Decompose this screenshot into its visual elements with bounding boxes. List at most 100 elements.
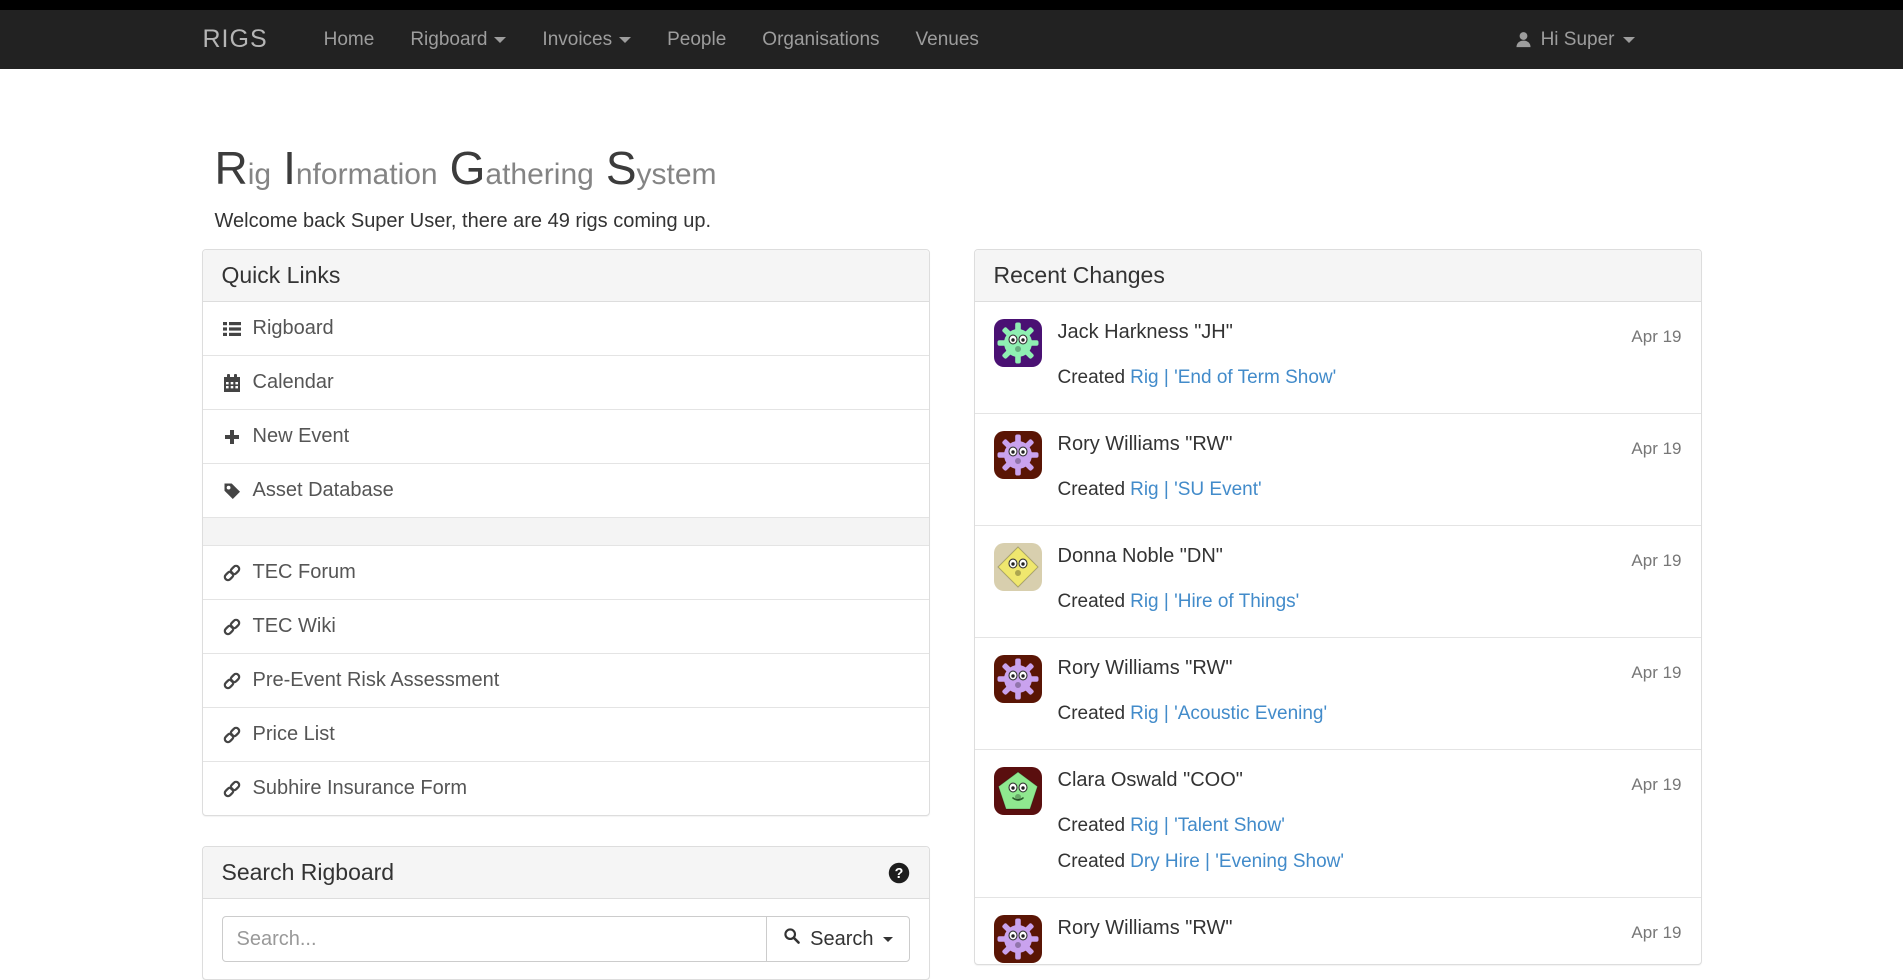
quick-links-panel: Quick Links Rigboard Calendar New Event Ass… xyxy=(202,249,930,816)
quick-link-label: Price List xyxy=(253,723,335,746)
navbar: RIGS HomeRigboardInvoicesPeopleOrganisat… xyxy=(0,10,1903,69)
quick-link-rigboard[interactable]: Rigboard xyxy=(203,302,929,355)
action-link[interactable]: Rig | 'End of Term Show' xyxy=(1130,367,1336,388)
quick-link-tec-forum[interactable]: TEC Forum xyxy=(203,545,929,599)
title-rest: nformation xyxy=(296,158,438,191)
quick-links-title: Quick Links xyxy=(203,250,929,302)
search-icon xyxy=(783,927,801,951)
quick-link-new-event[interactable]: New Event xyxy=(203,409,929,463)
avatar[interactable] xyxy=(994,655,1042,703)
action-verb: Created xyxy=(1058,479,1126,500)
right-column: Recent Changes Jack Harkness "JH" Created… xyxy=(974,249,1702,965)
link-icon xyxy=(222,671,242,691)
caret-down-icon xyxy=(494,37,506,43)
entry-person-name: Clara Oswald "COO" xyxy=(1058,769,1682,792)
left-column: Quick Links Rigboard Calendar New Event Ass… xyxy=(202,249,930,980)
avatar[interactable] xyxy=(994,767,1042,815)
link-icon xyxy=(222,779,242,799)
quick-link-price-list[interactable]: Price List xyxy=(203,707,929,761)
nav-item-home[interactable]: Home xyxy=(306,10,393,69)
avatar[interactable] xyxy=(994,319,1042,367)
action-link[interactable]: Rig | 'Talent Show' xyxy=(1130,815,1285,836)
title-initial: G xyxy=(450,142,486,194)
user-menu[interactable]: Hi Super xyxy=(1514,29,1635,51)
entry-date: Apr 19 xyxy=(1631,327,1681,347)
entry-action: CreatedRig | 'End of Term Show' xyxy=(1058,367,1682,389)
nav-item-invoices[interactable]: Invoices xyxy=(524,10,649,69)
action-link[interactable]: Rig | 'SU Event' xyxy=(1130,479,1262,500)
title-rest: ig xyxy=(248,158,271,191)
caret-down-icon xyxy=(883,937,893,942)
quick-links-divider xyxy=(203,517,929,545)
action-link[interactable]: Rig | 'Hire of Things' xyxy=(1130,591,1299,612)
quick-links-list: Rigboard Calendar New Event Asset Database T… xyxy=(203,302,929,815)
quick-link-label: New Event xyxy=(253,425,350,448)
entry-person-name: Jack Harkness "JH" xyxy=(1058,321,1682,344)
search-input[interactable] xyxy=(222,916,768,962)
avatar[interactable] xyxy=(994,431,1042,479)
svg-text:?: ? xyxy=(894,866,903,882)
recent-change-entry: Rory Williams "RW"CreatedRig | 'SU Event… xyxy=(975,413,1701,525)
action-verb: Created xyxy=(1058,815,1126,836)
entry-date: Apr 19 xyxy=(1631,663,1681,683)
avatar[interactable] xyxy=(994,915,1042,963)
action-verb: Created xyxy=(1058,851,1126,872)
recent-change-entry: Jack Harkness "JH" CreatedRig | 'End of T… xyxy=(975,302,1701,413)
entry-person-name: Rory Williams "RW" xyxy=(1058,657,1682,680)
entry-action: CreatedRig | 'SU Event' xyxy=(1058,479,1682,501)
search-rigboard-header: Search Rigboard ? xyxy=(203,847,929,899)
action-link[interactable]: Dry Hire | 'Evening Show' xyxy=(1130,851,1344,872)
entry-person-name: Rory Williams "RW" xyxy=(1058,917,1682,940)
entry-action: CreatedDry Hire | 'Evening Show' xyxy=(1058,851,1682,873)
title-initial: R xyxy=(215,142,248,194)
search-rigboard-body: Search xyxy=(203,899,929,979)
avatar[interactable] xyxy=(994,543,1042,591)
recent-change-entry: Rory Williams "RW" CreatedRig | 'Acoustic… xyxy=(975,637,1701,749)
calendar-icon xyxy=(222,373,242,393)
quick-link-subhire-insurance-form[interactable]: Subhire Insurance Form xyxy=(203,761,929,815)
recent-change-entry: Clara Oswald "COO" CreatedRig | 'Talent S… xyxy=(975,749,1701,897)
quick-link-asset-database[interactable]: Asset Database xyxy=(203,463,929,517)
quick-link-label: TEC Forum xyxy=(253,561,356,584)
recent-changes-list: Jack Harkness "JH"CreatedRig | 'End of T… xyxy=(975,302,1701,964)
tag-icon xyxy=(222,481,242,501)
entry-date: Apr 19 xyxy=(1631,923,1681,943)
entry-date: Apr 19 xyxy=(1631,439,1681,459)
quick-link-tec-wiki[interactable]: TEC Wiki xyxy=(203,599,929,653)
title-rest: athering xyxy=(485,158,593,191)
search-rigboard-panel: Search Rigboard ? Search xyxy=(202,846,930,980)
user-menu-label: Hi Super xyxy=(1541,29,1615,51)
title-rest: ystem xyxy=(637,158,717,191)
link-icon xyxy=(222,617,242,637)
search-button-label: Search xyxy=(810,928,873,951)
entry-date: Apr 19 xyxy=(1631,551,1681,571)
question-circle-icon[interactable]: ? xyxy=(888,862,910,884)
nav-item-rigboard[interactable]: Rigboard xyxy=(392,10,524,69)
quick-link-pre-event-risk-assessment[interactable]: Pre-Event Risk Assessment xyxy=(203,653,929,707)
welcome-text: Welcome back Super User, there are 49 ri… xyxy=(215,210,1702,233)
quick-link-label: Pre-Event Risk Assessment xyxy=(253,669,500,692)
link-icon xyxy=(222,725,242,745)
action-link[interactable]: Rig | 'Acoustic Evening' xyxy=(1130,703,1327,724)
entry-person-name: Donna Noble "DN" xyxy=(1058,545,1682,568)
quick-link-label: Calendar xyxy=(253,371,334,394)
nav-item-people[interactable]: People xyxy=(649,10,744,69)
search-rigboard-title: Search Rigboard xyxy=(222,859,395,886)
title-initial: S xyxy=(606,142,637,194)
entry-action: CreatedRig | 'Acoustic Evening' xyxy=(1058,703,1682,725)
recent-change-entry: Donna Noble "DN"CreatedRig | 'Hire of Th… xyxy=(975,525,1701,637)
search-button[interactable]: Search xyxy=(766,916,909,962)
list-icon xyxy=(222,319,242,339)
nav-item-organisations[interactable]: Organisations xyxy=(744,10,897,69)
recent-changes-title: Recent Changes xyxy=(975,250,1701,302)
recent-change-entry: Rory Williams "RW"Apr 19 xyxy=(975,897,1701,964)
nav-item-venues[interactable]: Venues xyxy=(898,10,997,69)
quick-link-label: Asset Database xyxy=(253,479,394,502)
brand-logo[interactable]: RIGS xyxy=(187,25,284,54)
caret-down-icon xyxy=(619,37,631,43)
action-verb: Created xyxy=(1058,367,1126,388)
navbar-menu: HomeRigboardInvoicesPeopleOrganisationsV… xyxy=(306,10,997,69)
link-icon xyxy=(222,563,242,583)
caret-down-icon xyxy=(1623,37,1635,43)
quick-link-calendar[interactable]: Calendar xyxy=(203,355,929,409)
